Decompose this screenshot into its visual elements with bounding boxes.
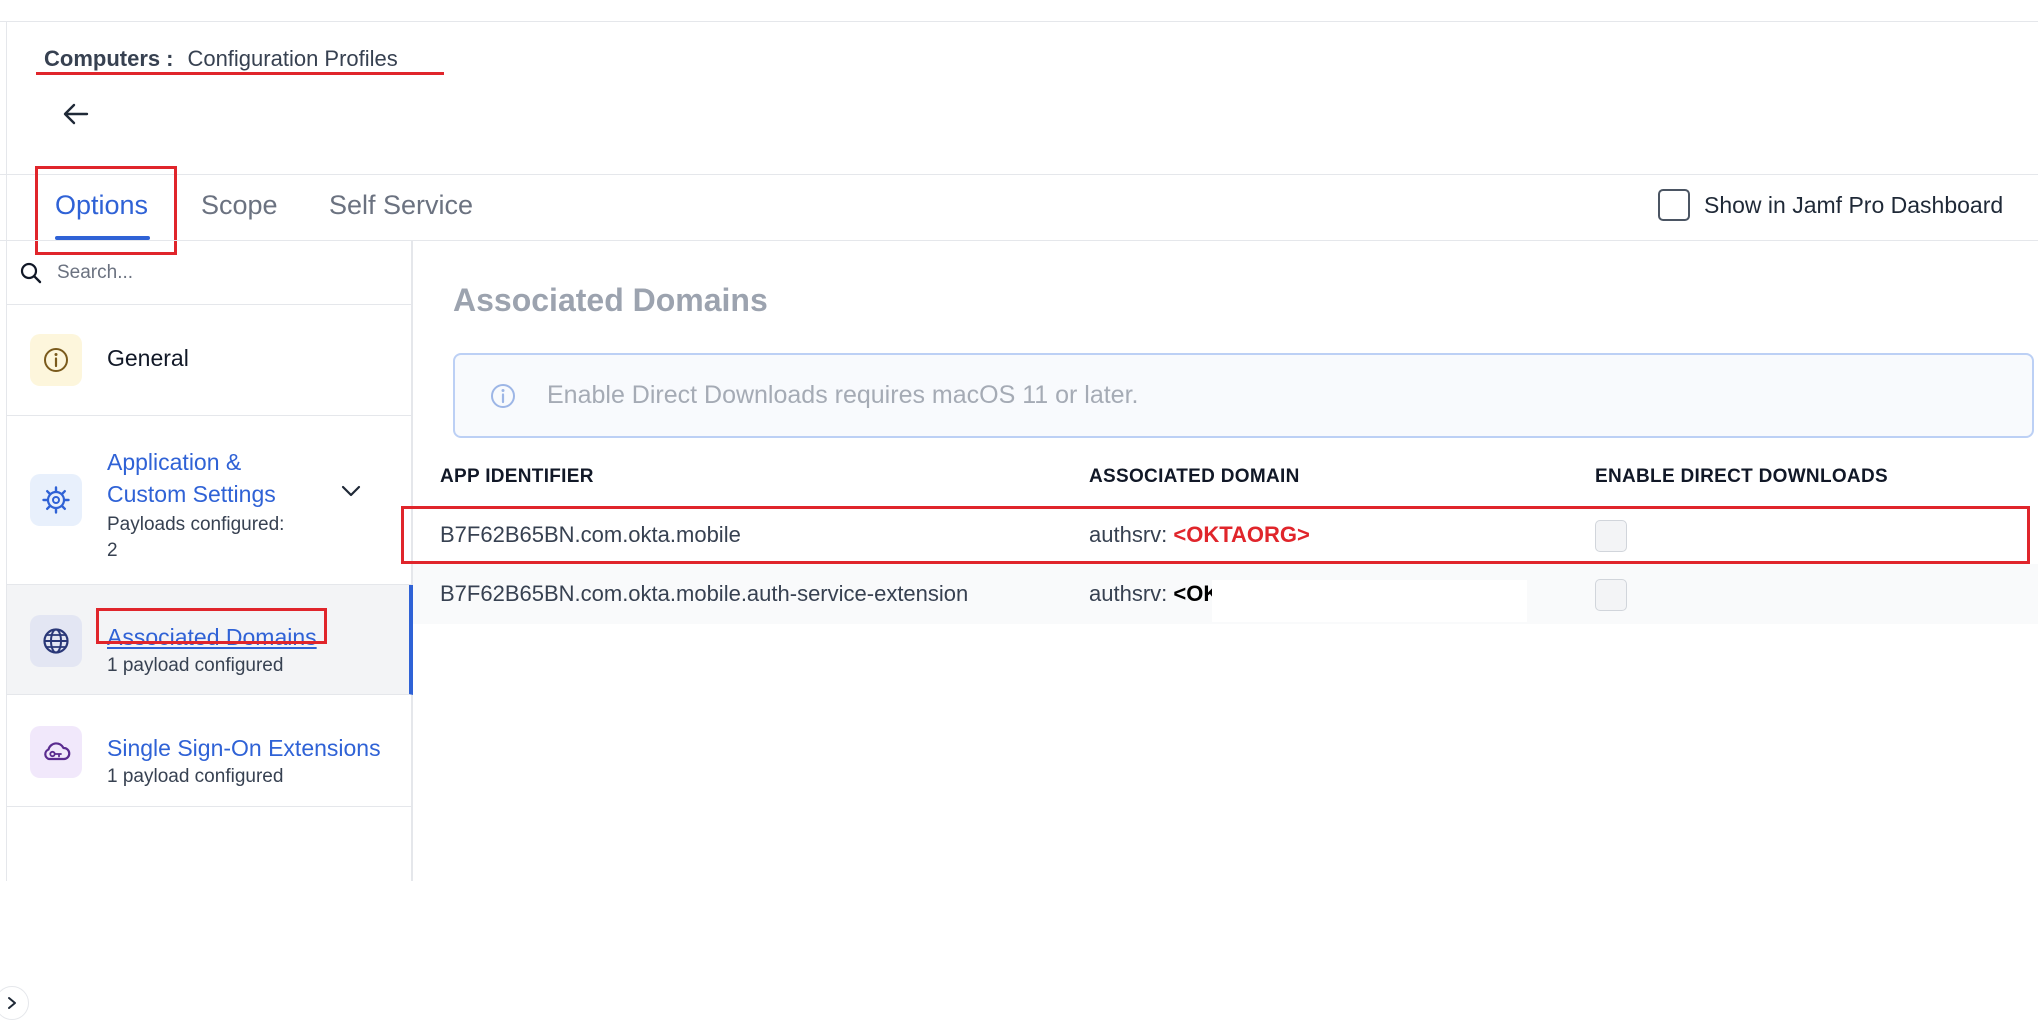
sidebar-item-application-custom-settings[interactable]: Application & Custom Settings Payloads c… — [7, 416, 411, 585]
sidebar-item-label: General — [107, 345, 189, 371]
enable-direct-downloads-checkbox[interactable] — [1595, 579, 1627, 611]
info-banner-text: Enable Direct Downloads requires macOS 1… — [547, 381, 1139, 409]
column-header-enable-direct-downloads: ENABLE DIRECT DOWNLOADS — [1595, 466, 1888, 487]
chevron-down-icon[interactable] — [340, 484, 362, 498]
app-identifier-cell: B7F62B65BN.com.okta.mobile.auth-service-… — [440, 581, 969, 606]
cloud-key-icon — [44, 742, 71, 761]
sidebar-item-general[interactable]: General — [7, 306, 411, 416]
sidebar-item-label-line-2: Custom Settings — [107, 481, 276, 507]
tabs-top-divider — [0, 174, 2038, 175]
sidebar-item-subtitle: 1 payload configured — [107, 655, 284, 676]
sidebar-item-general-icon-tile — [30, 334, 82, 386]
globe-icon — [43, 628, 69, 654]
show-in-dashboard-label: Show in Jamf Pro Dashboard — [1704, 191, 2004, 218]
info-icon — [44, 348, 68, 372]
info-banner: Enable Direct Downloads requires macOS 1… — [453, 353, 2034, 438]
chevron-right-icon — [8, 997, 16, 1009]
sidebar-item-label: Single Sign-On Extensions — [107, 735, 381, 761]
tab-scope[interactable]: Scope — [201, 190, 278, 221]
sidebar-item-subtitle-line-1: Payloads configured: — [107, 514, 285, 535]
sidebar-item-subtitle: 1 payload configured — [107, 766, 284, 787]
gear-icon — [42, 486, 70, 514]
associated-domains-highlight-box — [96, 608, 327, 644]
payload-sidebar: General Application & Custom Settings Pa… — [0, 241, 413, 1020]
info-icon — [491, 383, 515, 408]
sidebar-item-associated-domains-icon-tile — [30, 615, 82, 667]
page-title: Associated Domains — [453, 282, 768, 318]
breadcrumb-separator: : — [166, 46, 174, 71]
sidebar-search — [7, 241, 411, 305]
breadcrumb: Computers: Configuration Profiles — [44, 46, 398, 72]
redaction-block — [1212, 580, 1527, 622]
top-divider — [0, 21, 2038, 22]
row-highlight-box — [401, 506, 2030, 564]
search-icon — [20, 262, 42, 283]
sidebar-item-application-icon-tile — [30, 474, 82, 526]
show-in-dashboard-toggle[interactable]: Show in Jamf Pro Dashboard — [1658, 189, 2003, 221]
column-header-app-identifier: APP IDENTIFIER — [440, 466, 594, 487]
sidebar-item-single-sign-on-extensions[interactable]: Single Sign-On Extensions 1 payload conf… — [7, 696, 411, 807]
sidebar-item-label-line-1: Application & — [107, 449, 242, 475]
show-in-dashboard-checkbox[interactable] — [1658, 189, 1690, 221]
sidebar-collapse-button[interactable] — [0, 986, 29, 1020]
breadcrumb-page: Configuration Profiles — [187, 46, 398, 71]
column-header-associated-domain: ASSOCIATED DOMAIN — [1089, 466, 1300, 487]
tab-self-service[interactable]: Self Service — [329, 190, 473, 221]
sidebar-search-input[interactable] — [55, 260, 395, 285]
sidebar-item-subtitle-line-2: 2 — [107, 540, 118, 561]
sidebar-item-sso-icon-tile — [30, 726, 82, 778]
breadcrumb-section[interactable]: Computers — [44, 46, 160, 71]
arrow-left-icon — [63, 103, 89, 125]
breadcrumb-highlight-underline — [36, 72, 444, 75]
back-button[interactable] — [60, 100, 92, 128]
domain-prefix: authsrv: — [1089, 581, 1168, 606]
